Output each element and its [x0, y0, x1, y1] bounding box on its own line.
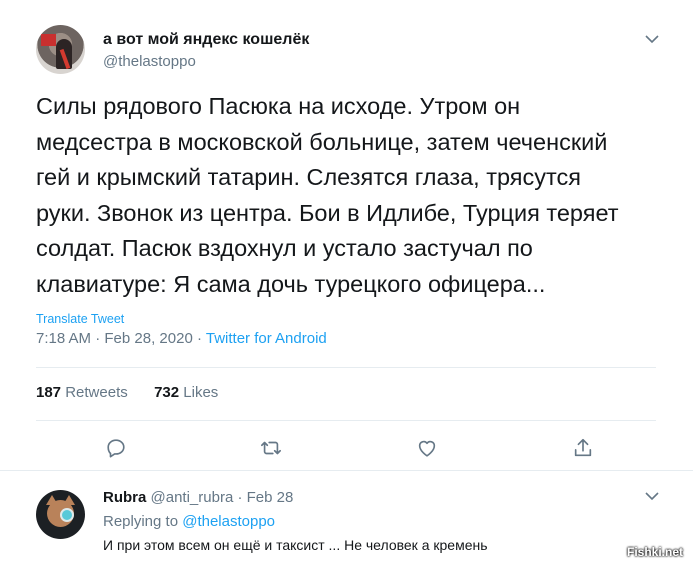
- replying-label: Replying to: [103, 513, 183, 530]
- author-handle[interactable]: @thelastoppo: [103, 53, 196, 70]
- retweets-count: 187: [36, 384, 62, 401]
- reply-button[interactable]: [105, 437, 127, 459]
- author-display-name[interactable]: а вот мой яндекс кошелёк: [103, 31, 309, 49]
- chevron-down-icon[interactable]: [645, 34, 659, 44]
- reply-text: И при этом всем он ещё и таксист ... Не …: [103, 537, 488, 553]
- author-avatar[interactable]: [36, 25, 85, 74]
- tweet-date[interactable]: Feb 28, 2020: [104, 330, 192, 347]
- reply-display-name[interactable]: Rubra: [103, 489, 146, 506]
- reply-author-avatar[interactable]: [36, 490, 85, 539]
- like-button[interactable]: [416, 437, 438, 459]
- meta-separator-2: ·: [192, 330, 206, 347]
- main-tweet: а вот мой яндекс кошелёк @thelastoppo Си…: [0, 0, 693, 470]
- tweet-source-link[interactable]: Twitter for Android: [206, 330, 327, 347]
- translate-tweet-link[interactable]: Translate Tweet: [36, 312, 124, 326]
- replying-mention-link[interactable]: @thelastoppo: [182, 513, 275, 530]
- tweet-meta: 7:18 AM · Feb 28, 2020 · Twitter for And…: [36, 330, 327, 347]
- reply-separator: ·: [233, 489, 247, 506]
- tweet-time[interactable]: 7:18 AM: [36, 330, 91, 347]
- reply-handle[interactable]: @anti_rubra: [151, 489, 234, 506]
- watermark: Fishki.net: [627, 545, 684, 559]
- retweets-stat[interactable]: 187 Retweets: [36, 384, 128, 401]
- reply-header: Rubra @anti_rubra · Feb 28: [103, 489, 293, 506]
- reply-date[interactable]: Feb 28: [247, 489, 294, 506]
- share-button[interactable]: [572, 437, 594, 459]
- likes-label: Likes: [183, 384, 219, 401]
- divider: [36, 367, 656, 368]
- likes-count: 732: [154, 384, 180, 401]
- chevron-down-icon[interactable]: [645, 491, 659, 501]
- reply-tweet[interactable]: Rubra @anti_rubra · Feb 28 Replying to @…: [0, 470, 693, 566]
- retweets-label: Retweets: [65, 384, 128, 401]
- like-icon: [418, 440, 436, 457]
- tweet-stats: 187 Retweets 732 Likes: [36, 384, 218, 401]
- share-icon: [574, 438, 592, 457]
- replying-to: Replying to @thelastoppo: [103, 513, 275, 530]
- likes-stat[interactable]: 732 Likes: [154, 384, 218, 401]
- tweet-text: Силы рядового Пасюка на исходе. Утром он…: [36, 93, 619, 297]
- avatar-sign: [41, 34, 56, 46]
- reply-icon: [107, 439, 125, 458]
- retweet-icon: [261, 441, 281, 455]
- divider: [36, 420, 656, 421]
- meta-separator-1: ·: [91, 330, 105, 347]
- avatar-cat-eye: [60, 508, 74, 522]
- retweet-button[interactable]: [260, 437, 282, 459]
